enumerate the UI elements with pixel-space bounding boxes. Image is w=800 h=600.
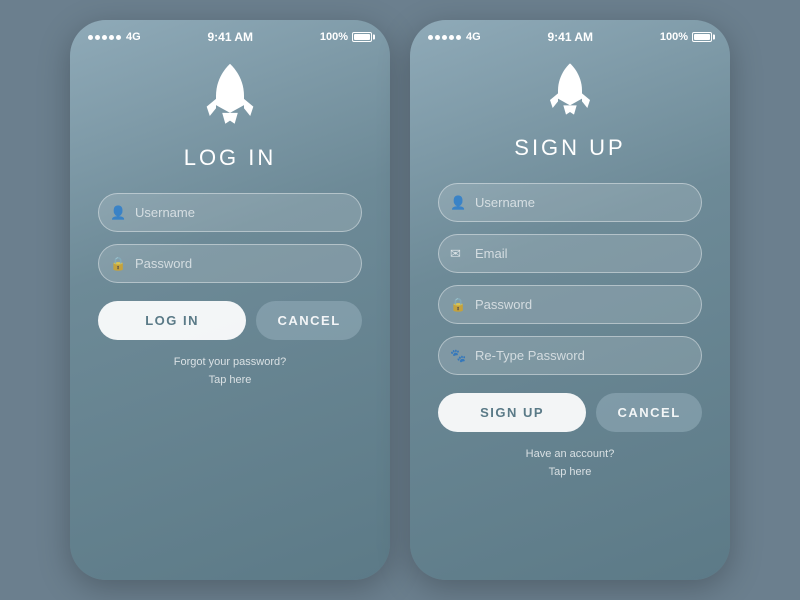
signup-time: 9:41 AM xyxy=(547,30,593,44)
su-password-group: 🔒 xyxy=(438,285,702,324)
username-input[interactable] xyxy=(98,193,362,232)
forgot-line1: Forgot your password? xyxy=(174,356,287,368)
login-title: LOG IN xyxy=(184,145,277,171)
su-email-group: ✉ xyxy=(438,234,702,273)
su-username-input[interactable] xyxy=(438,183,702,222)
su-retype-group: 🐾 xyxy=(438,336,702,375)
login-battery: 100% xyxy=(320,31,372,43)
battery-pct: 100% xyxy=(320,31,348,43)
dot4 xyxy=(109,35,114,40)
su-battery-icon xyxy=(692,32,712,42)
signup-battery: 100% xyxy=(660,31,712,43)
login-card: 4G 9:41 AM 100% LOG IN 👤 🔒 xyxy=(70,20,390,580)
battery-icon xyxy=(352,32,372,42)
su-battery-fill xyxy=(694,34,710,40)
su-dot4 xyxy=(449,35,454,40)
battery-fill xyxy=(354,34,370,40)
su-username-group: 👤 xyxy=(438,183,702,222)
dot1 xyxy=(88,35,93,40)
have-account-line1: Have an account? xyxy=(526,448,615,460)
signup-signal-dots xyxy=(428,35,461,40)
forgot-text[interactable]: Forgot your password? Tap here xyxy=(174,354,287,389)
signup-card: 4G 9:41 AM 100% SIGN UP 👤 ✉ xyxy=(410,20,730,580)
signup-title: SIGN UP xyxy=(514,135,625,161)
su-dot3 xyxy=(442,35,447,40)
network-label: 4G xyxy=(126,31,141,43)
password-group: 🔒 xyxy=(98,244,362,283)
signup-content: SIGN UP 👤 ✉ 🔒 🐾 SIGN UP CANCEL Have an a… xyxy=(410,50,730,580)
password-input[interactable] xyxy=(98,244,362,283)
signup-rocket-icon xyxy=(540,60,600,125)
signup-status-left: 4G xyxy=(428,31,481,43)
login-status-bar: 4G 9:41 AM 100% xyxy=(70,20,390,50)
login-cancel-button[interactable]: CANCEL xyxy=(256,301,362,340)
forgot-line2: Tap here xyxy=(209,374,252,386)
su-retype-input[interactable] xyxy=(438,336,702,375)
rocket-icon xyxy=(195,60,265,135)
have-account-line2: Tap here xyxy=(549,466,592,478)
signal-dots xyxy=(88,35,121,40)
login-btn-row: LOG IN CANCEL xyxy=(98,301,362,340)
login-time: 9:41 AM xyxy=(207,30,253,44)
dot3 xyxy=(102,35,107,40)
su-dot2 xyxy=(435,35,440,40)
su-dot1 xyxy=(428,35,433,40)
su-dot5 xyxy=(456,35,461,40)
su-battery-pct: 100% xyxy=(660,31,688,43)
signup-button[interactable]: SIGN UP xyxy=(438,393,586,432)
dot5 xyxy=(116,35,121,40)
login-status-left: 4G xyxy=(88,31,141,43)
su-network-label: 4G xyxy=(466,31,481,43)
su-password-input[interactable] xyxy=(438,285,702,324)
signup-cancel-button[interactable]: CANCEL xyxy=(596,393,702,432)
username-group: 👤 xyxy=(98,193,362,232)
login-content: LOG IN 👤 🔒 LOG IN CANCEL Forgot your pas… xyxy=(70,50,390,580)
login-button[interactable]: LOG IN xyxy=(98,301,246,340)
signup-btn-row: SIGN UP CANCEL xyxy=(438,393,702,432)
su-email-input[interactable] xyxy=(438,234,702,273)
signup-status-bar: 4G 9:41 AM 100% xyxy=(410,20,730,50)
dot2 xyxy=(95,35,100,40)
have-account-text[interactable]: Have an account? Tap here xyxy=(526,446,615,481)
